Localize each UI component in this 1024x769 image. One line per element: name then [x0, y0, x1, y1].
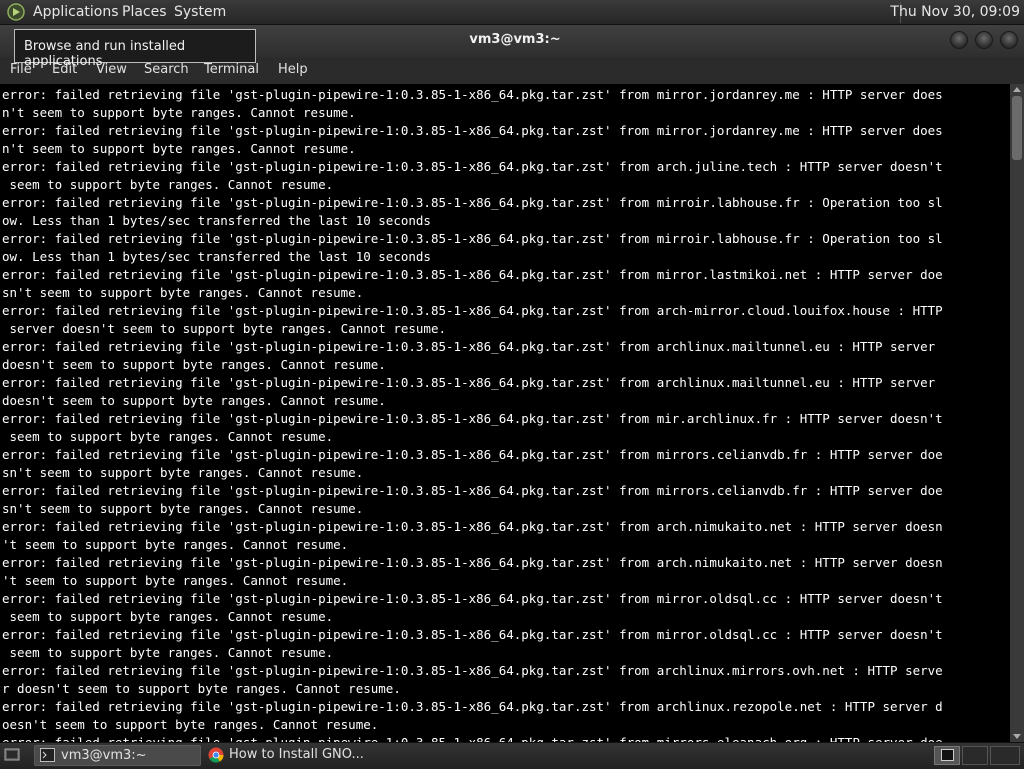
- terminal-line: seem to support byte ranges. Cannot resu…: [2, 645, 334, 660]
- terminal-line: error: failed retrieving file 'gst-plugi…: [2, 123, 943, 138]
- places-menu[interactable]: Places: [122, 4, 167, 20]
- terminal-line: error: failed retrieving file 'gst-plugi…: [2, 627, 943, 642]
- terminal-line: seem to support byte ranges. Cannot resu…: [2, 609, 334, 624]
- scroll-down-arrow-icon[interactable]: [1013, 734, 1021, 739]
- taskbar-item-browser[interactable]: How to Install GNO...: [203, 745, 365, 766]
- menu-help[interactable]: Help: [278, 62, 308, 77]
- applications-menu[interactable]: Applications: [33, 4, 119, 20]
- terminal-line: r doesn't seem to support byte ranges. C…: [2, 681, 401, 696]
- terminal-line: 't seem to support byte ranges. Cannot r…: [2, 537, 349, 552]
- terminal-line: sn't seem to support byte ranges. Cannot…: [2, 465, 364, 480]
- terminal-line: doesn't seem to support byte ranges. Can…: [2, 393, 386, 408]
- terminal-line: server doesn't seem to support byte rang…: [2, 321, 447, 336]
- terminal-lines: error: failed retrieving file 'gst-plugi…: [0, 84, 1010, 742]
- terminal-line: error: failed retrieving file 'gst-plugi…: [2, 483, 943, 498]
- menu-search[interactable]: Search: [144, 62, 189, 77]
- terminal-line: n't seem to support byte ranges. Cannot …: [2, 105, 356, 120]
- terminal-output[interactable]: error: failed retrieving file 'gst-plugi…: [0, 84, 1010, 742]
- terminal-line: error: failed retrieving file 'gst-plugi…: [2, 231, 943, 246]
- terminal-line: doesn't seem to support byte ranges. Can…: [2, 357, 386, 372]
- terminal-line: n't seem to support byte ranges. Cannot …: [2, 141, 356, 156]
- taskbar-item-label: vm3@vm3:~: [61, 748, 147, 763]
- workspace-3[interactable]: [990, 746, 1020, 765]
- chrome-icon: [208, 747, 224, 763]
- terminal-line: error: failed retrieving file 'gst-plugi…: [2, 699, 943, 714]
- terminal-line: error: failed retrieving file 'gst-plugi…: [2, 555, 943, 570]
- terminal-line: error: failed retrieving file 'gst-plugi…: [2, 195, 943, 210]
- workspace-1[interactable]: [934, 746, 960, 765]
- terminal-line: error: failed retrieving file 'gst-plugi…: [2, 663, 943, 678]
- taskbar-item-label: How to Install GNO...: [229, 747, 364, 762]
- terminal-line: error: failed retrieving file 'gst-plugi…: [2, 267, 943, 282]
- applications-icon[interactable]: [7, 3, 25, 21]
- workspace-2[interactable]: [962, 746, 988, 765]
- scrollbar[interactable]: [1010, 84, 1024, 742]
- terminal-icon: [40, 748, 55, 762]
- menu-terminal[interactable]: Terminal: [204, 62, 259, 77]
- terminal-line: error: failed retrieving file 'gst-plugi…: [2, 375, 936, 390]
- system-menu[interactable]: System: [174, 4, 226, 20]
- terminal-line: seem to support byte ranges. Cannot resu…: [2, 429, 334, 444]
- clock[interactable]: Thu Nov 30, 09:09: [890, 4, 1020, 20]
- terminal-line: seem to support byte ranges. Cannot resu…: [2, 177, 334, 192]
- terminal-line: sn't seem to support byte ranges. Cannot…: [2, 501, 364, 516]
- terminal-line: sn't seem to support byte ranges. Cannot…: [2, 285, 364, 300]
- top-panel: Applications Places System Thu Nov 30, 0…: [0, 0, 1024, 25]
- terminal-line: error: failed retrieving file 'gst-plugi…: [2, 159, 943, 174]
- terminal-line: error: failed retrieving file 'gst-plugi…: [2, 411, 943, 426]
- terminal-line: ow. Less than 1 bytes/sec transferred th…: [2, 249, 431, 264]
- terminal-line: error: failed retrieving file 'gst-plugi…: [2, 87, 943, 102]
- terminal-line: error: failed retrieving file 'gst-plugi…: [2, 734, 1010, 742]
- terminal-line: error: failed retrieving file 'gst-plugi…: [2, 339, 936, 354]
- terminal-line: error: failed retrieving file 'gst-plugi…: [2, 303, 943, 318]
- show-desktop-icon[interactable]: [4, 747, 20, 763]
- terminal-line: error: failed retrieving file 'gst-plugi…: [2, 447, 943, 462]
- terminal-line: error: failed retrieving file 'gst-plugi…: [2, 591, 943, 606]
- scroll-up-arrow-icon[interactable]: [1013, 87, 1021, 92]
- close-button[interactable]: [1000, 31, 1018, 49]
- bottom-panel: vm3@vm3:~ How to Install GNO...: [0, 742, 1024, 769]
- terminal-line: oesn't seem to support byte ranges. Cann…: [2, 717, 379, 732]
- terminal-line: ow. Less than 1 bytes/sec transferred th…: [2, 213, 431, 228]
- maximize-button[interactable]: [975, 31, 993, 49]
- terminal-line: error: failed retrieving file 'gst-plugi…: [2, 519, 943, 534]
- terminal-window: vm3@vm3:~ File Edit View Search Terminal…: [0, 25, 1024, 742]
- scroll-thumb[interactable]: [1012, 96, 1022, 160]
- taskbar-item-terminal[interactable]: vm3@vm3:~: [34, 745, 201, 766]
- minimize-button[interactable]: [950, 31, 968, 49]
- terminal-icon: [941, 749, 954, 761]
- tooltip: Browse and run installed applications: [14, 29, 256, 69]
- terminal-line: 't seem to support byte ranges. Cannot r…: [2, 573, 349, 588]
